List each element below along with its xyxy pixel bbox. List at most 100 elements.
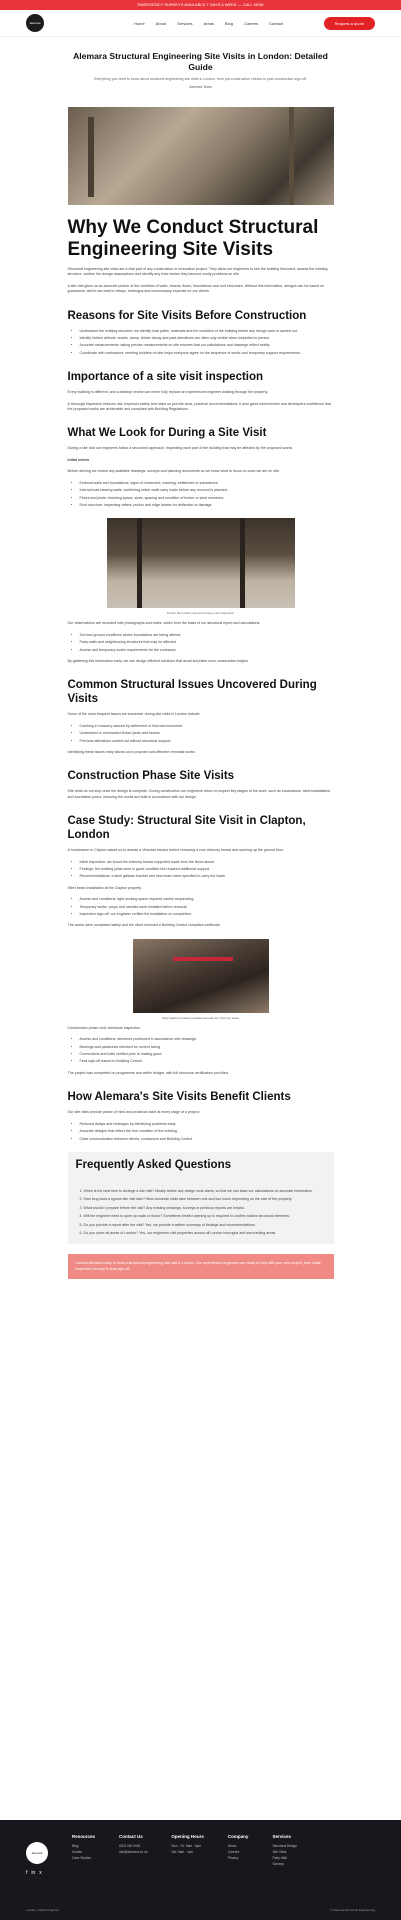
paragraph: Our observations are recorded with photo… xyxy=(67,621,261,626)
faq-item[interactable]: When is the best time to arrange a site … xyxy=(84,1189,326,1194)
heading-reasons: Reasons for Site Visits Before Construct… xyxy=(67,309,307,322)
footer-link[interactable]: Privacy xyxy=(228,1856,249,1860)
footer: alemara f in x Resources Blog Guides Cas… xyxy=(0,1820,401,1920)
contact-cta[interactable]: Contact Alemara today to book a structur… xyxy=(67,1254,334,1280)
list-item: Accurate measurements: taking precise me… xyxy=(80,343,334,348)
footer-text: Sat: 9am - 1pm xyxy=(171,1850,194,1854)
list-item: Floors and joists: checking spans, sizes… xyxy=(80,496,334,501)
footer-link[interactable]: Site Visits xyxy=(272,1850,296,1854)
nav-link-home[interactable]: Home xyxy=(134,21,145,26)
list-item: Internal load-bearing walls: confirming … xyxy=(80,488,334,493)
faq-item[interactable]: Do you provide a report after the visit?… xyxy=(84,1223,326,1228)
footer-col-title: Resources xyxy=(72,1834,96,1839)
footer-link[interactable]: Careers xyxy=(228,1850,249,1854)
nav-link-careers[interactable]: Careers xyxy=(244,21,258,26)
paragraph: The project was completed on programme a… xyxy=(67,1070,229,1075)
heading-faq: Frequently Asked Questions xyxy=(75,1158,232,1171)
nav-link-areas[interactable]: Areas xyxy=(203,21,213,26)
issues-list: Cracking in masonry caused by settlement… xyxy=(68,724,334,744)
address: London, United Kingdom xyxy=(26,1908,60,1912)
list-item: Bearings and padstones checked for corre… xyxy=(80,1045,334,1050)
paragraph: Structural engineering site visits are a… xyxy=(67,267,328,277)
footer-bottom: London, United Kingdom © Alemara Structu… xyxy=(26,1908,375,1912)
article-header: Alemara Structural Engineering Site Visi… xyxy=(0,37,401,89)
quote-button[interactable]: Request a quote xyxy=(323,16,375,30)
case-list-1: Initial inspection: we found the chimney… xyxy=(68,860,334,880)
heading-issues: Common Structural Issues Uncovered Durin… xyxy=(67,679,317,706)
lookfor-list: External walls and foundations: signs of… xyxy=(68,481,334,509)
list-item: Previous alterations carried out without… xyxy=(80,739,334,744)
author: Alemara Team xyxy=(189,85,212,89)
footer-link[interactable]: Guides xyxy=(72,1850,95,1854)
footer-link[interactable]: 0203 000 0000 xyxy=(119,1844,147,1848)
facebook-icon[interactable]: f xyxy=(26,1870,27,1876)
list-item: Accurate designs that reflect the true c… xyxy=(80,1129,334,1134)
x-icon[interactable]: x xyxy=(39,1870,42,1876)
paragraph: The works were completed safely and the … xyxy=(67,923,221,928)
footer-col-resources: Resources Blog Guides Case Studies xyxy=(72,1834,95,1906)
footer-col-title: Opening Hours xyxy=(171,1834,204,1839)
list-item: External walls and foundations: signs of… xyxy=(80,481,334,486)
paragraph: By gathering this information early, we … xyxy=(67,658,249,663)
faq-item[interactable]: How long does a typical site visit take?… xyxy=(84,1197,326,1202)
faq-item[interactable]: Do you cover all areas of London? Yes, o… xyxy=(84,1231,326,1236)
footer-link[interactable]: Structural Design xyxy=(272,1844,296,1848)
image-caption: Timber floor joists exposed during a sit… xyxy=(166,611,235,616)
joists-image xyxy=(106,518,295,609)
paragraph: Some of the most frequent issues we enco… xyxy=(67,712,201,717)
article-body: Why We Conduct Structural Engineering Si… xyxy=(67,107,334,1280)
list-item: Party walls and neighbouring structures … xyxy=(80,640,334,645)
footer-logo[interactable]: alemara xyxy=(26,1842,48,1864)
footer-link[interactable]: Party Wall xyxy=(272,1856,296,1860)
image-caption: Steel gallows bracket installed beneath … xyxy=(162,1015,239,1020)
benefits-list: Reduced delays and redesigns by identify… xyxy=(68,1122,334,1142)
paragraph: A homeowner in Clapton asked us to asses… xyxy=(67,848,284,853)
hero-image xyxy=(67,107,334,205)
list-item: Recommendations: a steel gallows bracket… xyxy=(80,874,334,879)
announcement-bar: EMERGENCY SURVEYS AVAILABLE 7 DAYS A WEE… xyxy=(0,0,401,10)
paragraph: Site visits do not stop once the design … xyxy=(67,789,331,799)
footer-brand: alemara f in x xyxy=(26,1834,48,1906)
faq-section: Frequently Asked Questions When is the b… xyxy=(67,1151,334,1245)
footer-link[interactable]: Blog xyxy=(72,1844,95,1848)
heading-case-study: Case Study: Structural Site Visit in Cla… xyxy=(67,815,306,842)
footer-link[interactable]: Surveys xyxy=(272,1862,296,1866)
copyright: © Alemara Structural Engineering xyxy=(330,1908,375,1912)
steel-bracket-image xyxy=(132,938,269,1013)
logo[interactable]: alemara xyxy=(26,14,44,32)
footer-col-title: Company xyxy=(227,1834,249,1839)
footer-link[interactable]: About xyxy=(228,1844,249,1848)
list-item: Final sign-off issued to Building Contro… xyxy=(80,1059,334,1064)
list-item: Roof structure: inspecting rafters, purl… xyxy=(80,503,334,508)
footer-text: Mon - Fri: 8am - 6pm xyxy=(171,1844,202,1848)
faq-list: When is the best time to arrange a site … xyxy=(67,1177,334,1245)
heading-phase: Construction Phase Site Visits xyxy=(67,770,235,783)
lookfor-list-2: Soil and ground conditions where foundat… xyxy=(68,633,334,653)
nav-link-about[interactable]: About xyxy=(156,21,166,26)
faq-item[interactable]: Will the engineer need to open up walls … xyxy=(84,1214,326,1219)
nav-link-services[interactable]: Services xyxy=(177,21,192,26)
list-item: Connections and bolts verified prior to … xyxy=(80,1052,334,1057)
list-item: Inspection sign-off: our engineer verifi… xyxy=(80,912,334,917)
footer-link[interactable]: Case Studies xyxy=(72,1856,95,1860)
heading-why: Why We Conduct Structural Engineering Si… xyxy=(67,217,319,260)
nav-link-contact[interactable]: Contact xyxy=(269,21,283,26)
nav-links: Home About Services Areas Blog Careers C… xyxy=(134,21,283,26)
subheading: Construction phase visit: steelwork insp… xyxy=(67,1025,141,1030)
linkedin-icon[interactable]: in xyxy=(31,1870,35,1876)
heading-benefits: How Alemara's Site Visits Benefit Client… xyxy=(67,1091,291,1104)
list-item: Initial inspection: we found the chimney… xyxy=(80,860,334,865)
footer-link[interactable]: info@alemara.co.uk xyxy=(119,1850,147,1854)
list-item: Understand the existing structure: we id… xyxy=(80,329,334,334)
footer-col-contact: Contact Us 0203 000 0000 info@alemara.co… xyxy=(119,1834,147,1906)
case-list-2: Access and conditions: tight working spa… xyxy=(68,897,334,917)
paragraph: A site visit gives us an accurate pictur… xyxy=(67,283,325,294)
reasons-list: Understand the existing structure: we id… xyxy=(68,329,334,357)
list-item: Access and conditions: tight working spa… xyxy=(80,897,334,902)
case-list-3: Access and conditions: steelwork positio… xyxy=(68,1037,334,1065)
nav-link-blog[interactable]: Blog xyxy=(225,21,233,26)
subheading: Initial review xyxy=(67,457,90,462)
list-item: Coordinate with contractors: meeting bui… xyxy=(80,351,334,356)
paragraph: A thorough inspection reduces risk, impr… xyxy=(67,401,331,412)
faq-item[interactable]: What should I prepare before the visit? … xyxy=(84,1206,326,1211)
